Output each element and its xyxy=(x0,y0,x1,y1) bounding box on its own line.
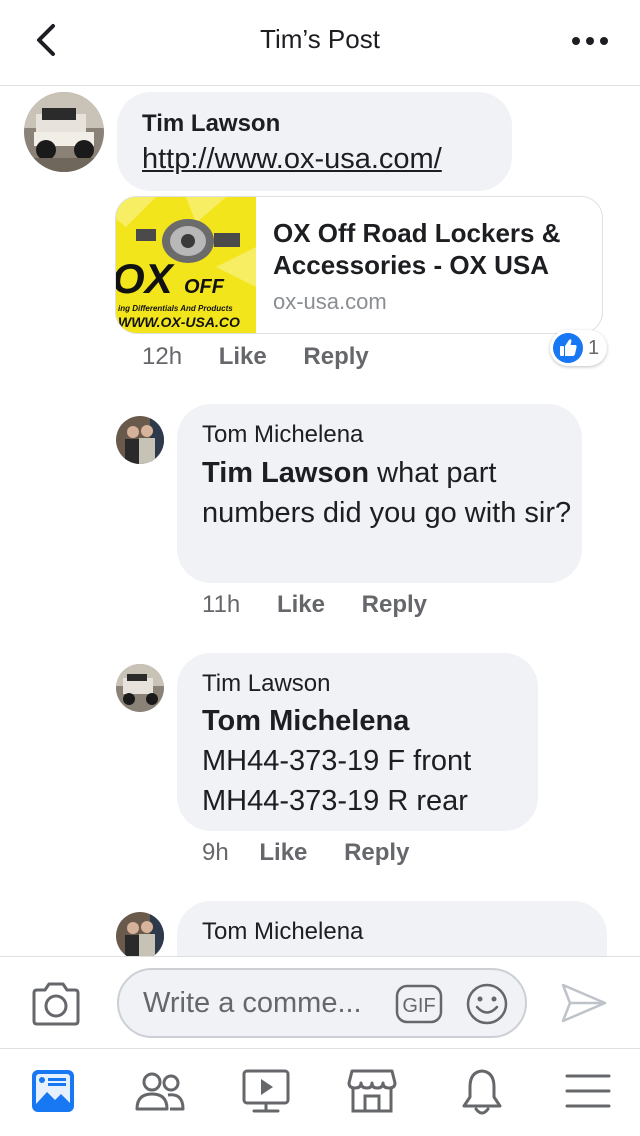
nav-friends[interactable] xyxy=(134,1067,186,1119)
comment-link[interactable]: http://www.ox-usa.com/ xyxy=(142,143,442,176)
comment-text: Tom Michelena MH44-373-19 F front MH44-3… xyxy=(202,701,532,821)
comment-composer: Write a comme... GIF xyxy=(0,956,640,1048)
comment-time: 9h xyxy=(202,839,229,866)
watch-icon xyxy=(242,1069,290,1113)
comment-text: Tim Lawson what part numbers did you go … xyxy=(202,457,572,529)
comment-meta: 9h Like Reply xyxy=(202,839,409,867)
notifications-icon xyxy=(462,1069,502,1115)
send-icon xyxy=(561,983,607,1023)
camera-button[interactable] xyxy=(30,981,82,1027)
jeep-photo-icon xyxy=(116,664,164,712)
comment-input[interactable]: Write a comme... GIF xyxy=(117,968,527,1038)
link-preview-domain: ox-usa.com xyxy=(273,289,387,314)
comments-feed[interactable]: Tim Lawson http://www.ox-usa.com/ OX OFF… xyxy=(0,87,640,956)
svg-text:GIF: GIF xyxy=(402,995,435,1017)
camera-icon xyxy=(32,982,80,1026)
reaction-count-value: 1 xyxy=(588,336,600,359)
top-bar: Tim’s Post xyxy=(0,0,640,86)
news-feed-icon xyxy=(32,1070,74,1112)
comment-author[interactable]: Tim Lawson xyxy=(202,670,330,698)
more-options-button[interactable] xyxy=(570,26,610,56)
comment-author[interactable]: Tom Michelena xyxy=(202,421,363,449)
reply-button[interactable]: Reply xyxy=(303,343,368,370)
gif-icon: GIF xyxy=(395,984,443,1024)
friends-icon xyxy=(135,1072,185,1111)
bottom-navigation xyxy=(0,1048,640,1136)
reply-button[interactable]: Reply xyxy=(344,839,409,866)
avatar[interactable] xyxy=(116,416,164,464)
reply-button[interactable]: Reply xyxy=(362,591,427,618)
couple-photo-icon xyxy=(116,416,164,464)
comment-time: 12h xyxy=(142,343,183,370)
comment-meta: 11h Like Reply xyxy=(202,591,427,619)
comment-meta: 12h Like Reply xyxy=(142,343,369,371)
nav-notifications[interactable] xyxy=(458,1067,510,1119)
page-title: Tim’s Post xyxy=(260,24,380,54)
menu-icon xyxy=(565,1074,611,1108)
nav-menu[interactable] xyxy=(564,1067,616,1119)
like-reaction-icon xyxy=(553,333,583,363)
svg-text:ing Differentials And Products: ing Differentials And Products xyxy=(118,304,233,313)
link-preview-card[interactable]: OX OFF ing Differentials And Products WW… xyxy=(115,196,603,334)
smiley-icon xyxy=(466,983,508,1025)
svg-text:WWW.OX-USA.CO: WWW.OX-USA.CO xyxy=(118,314,240,330)
like-button[interactable]: Like xyxy=(277,591,325,618)
gif-button[interactable]: GIF xyxy=(395,984,443,1024)
emoji-button[interactable] xyxy=(465,982,509,1026)
avatar[interactable] xyxy=(24,92,104,172)
like-button[interactable]: Like xyxy=(219,343,267,370)
nav-marketplace[interactable] xyxy=(346,1067,398,1119)
jeep-photo-icon xyxy=(24,92,104,172)
mention-link[interactable]: Tim Lawson xyxy=(202,457,369,489)
svg-text:OFF: OFF xyxy=(184,276,225,298)
couple-photo-icon xyxy=(116,912,164,956)
comment-author[interactable]: Tom Michelena xyxy=(202,918,363,946)
comment-bubble[interactable] xyxy=(117,92,512,191)
mention-link[interactable]: Tom Michelena xyxy=(202,701,532,741)
avatar[interactable] xyxy=(116,664,164,712)
comment-time: 11h xyxy=(202,591,241,618)
reaction-count[interactable]: 1 xyxy=(550,330,608,366)
link-preview-image: OX OFF ing Differentials And Products WW… xyxy=(116,197,256,333)
comment-author[interactable]: Tim Lawson xyxy=(142,110,280,138)
more-dots-icon xyxy=(572,37,608,45)
comment-input-placeholder: Write a comme... xyxy=(143,987,362,1019)
send-button[interactable] xyxy=(560,981,608,1025)
avatar[interactable] xyxy=(116,912,164,956)
marketplace-icon xyxy=(347,1069,397,1113)
like-button[interactable]: Like xyxy=(259,839,307,866)
nav-watch[interactable] xyxy=(240,1067,292,1119)
svg-text:OX: OX xyxy=(116,255,176,302)
link-preview-title[interactable]: OX Off Road Lockers & Accessories - OX U… xyxy=(273,217,593,281)
nav-news-feed[interactable] xyxy=(30,1067,82,1119)
